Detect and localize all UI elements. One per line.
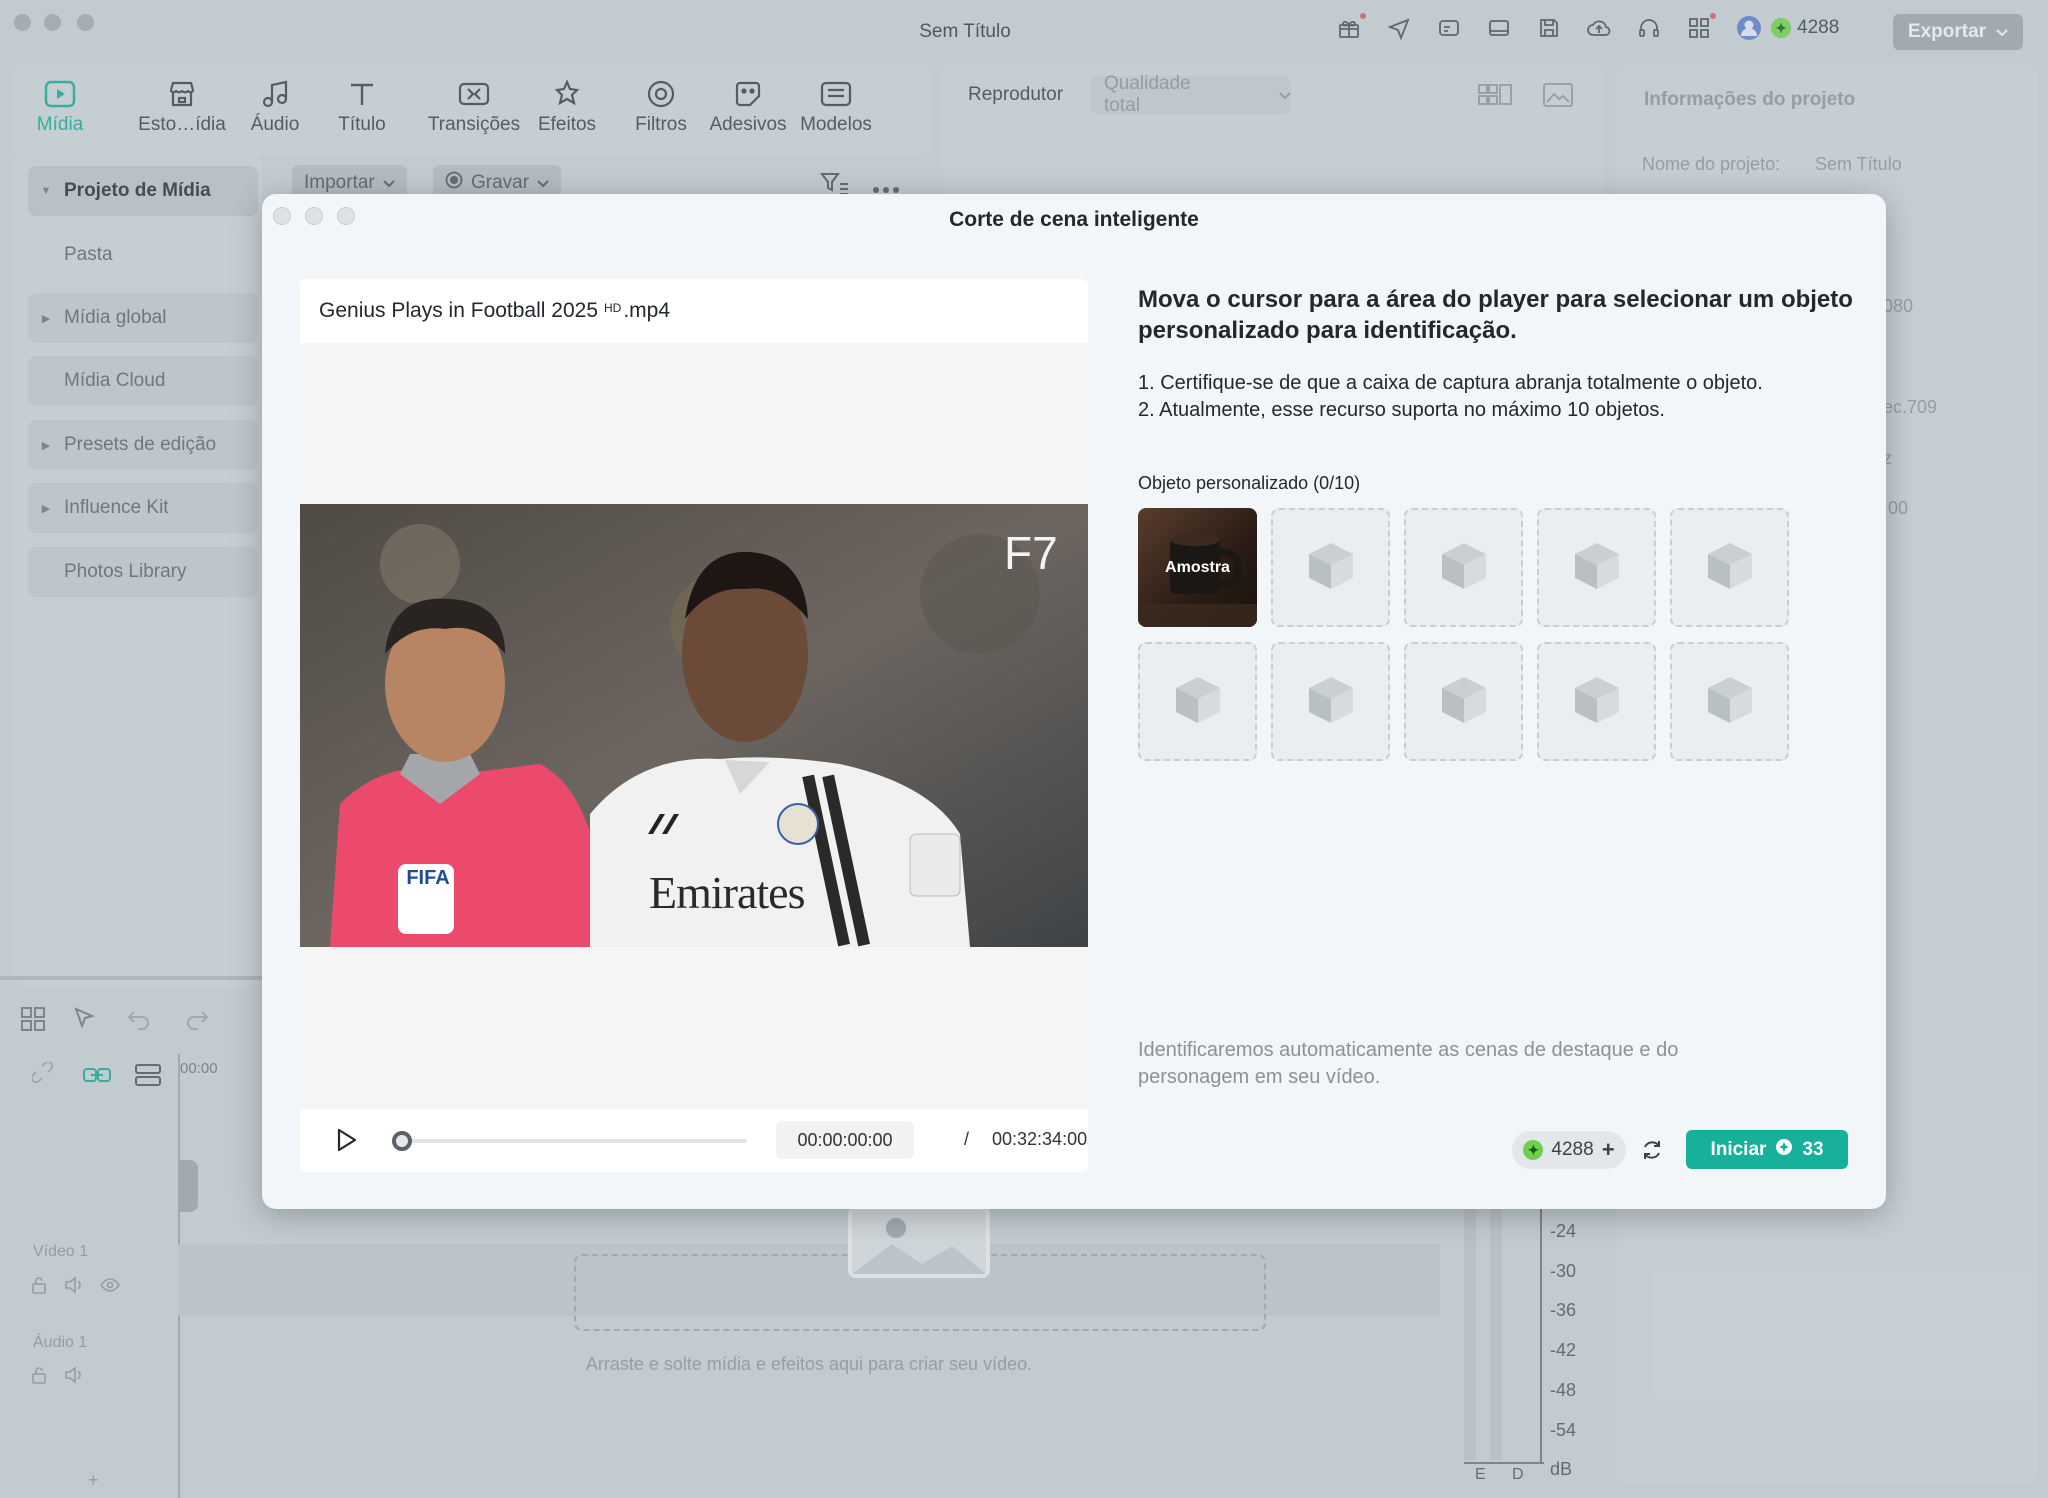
tip-1: 1. Certifique-se de que a caixa de captu…: [1138, 372, 1763, 394]
cube-icon: [1569, 671, 1625, 732]
hd-badge: HD: [604, 301, 622, 315]
playback-controls: 00:00:00:00 / 00:32:34:00: [300, 1109, 1088, 1172]
cube-icon: [1436, 537, 1492, 598]
instruction-title: Mova o cursor para a área do player para…: [1138, 286, 1853, 344]
dialog-credits[interactable]: ✦ 4288 +: [1512, 1131, 1626, 1169]
app-window: Sem Título ✦ 4288 Exportar Mídia Esto…íd…: [0, 0, 2048, 1498]
cube-icon: [1170, 671, 1226, 732]
tip-2: 2. Atualmente, esse recurso suporta no m…: [1138, 399, 1665, 421]
video-preview: Genius Plays in Football 2025 HD .mp4 FI…: [300, 279, 1088, 1172]
custom-objects-label: Objeto personalizado (0/10): [1138, 473, 1361, 493]
time-separator: /: [964, 1129, 970, 1149]
play-icon[interactable]: [335, 1127, 359, 1158]
playback-progress-track[interactable]: [392, 1139, 747, 1143]
cube-icon: [1569, 537, 1625, 598]
empty-object-slot[interactable]: [1537, 508, 1656, 627]
cube-icon: [1303, 537, 1359, 598]
current-time[interactable]: 00:00:00:00: [776, 1121, 914, 1159]
plus-icon: +: [1601, 1137, 1615, 1162]
cube-icon: [1303, 671, 1359, 732]
empty-object-slot[interactable]: [1537, 642, 1656, 761]
start-button[interactable]: Iniciar 33: [1686, 1130, 1848, 1169]
fifa-badge-logo: FIFA: [406, 867, 450, 889]
instruction-tips: 1. Certifique-se de que a caixa de captu…: [1138, 370, 1858, 424]
sample-label: Amostra: [1165, 558, 1230, 576]
video-watermark: F7: [1004, 527, 1058, 579]
total-time: 00:32:34:00: [992, 1129, 1088, 1149]
dialog-credits-value: 4288: [1551, 1139, 1594, 1160]
credit-gem-icon: ✦: [1523, 1140, 1544, 1160]
shirt-sponsor-logo: Emirates: [649, 867, 805, 918]
credit-coin-icon: [1775, 1138, 1793, 1162]
start-label: Iniciar: [1710, 1138, 1767, 1160]
empty-object-slot[interactable]: [1404, 642, 1523, 761]
refresh-icon[interactable]: [1640, 1138, 1664, 1167]
file-name: Genius Plays in Football 2025 HD .mp4: [300, 279, 1088, 343]
video-frame[interactable]: FIFA Emirates F7: [300, 504, 1088, 947]
cube-icon: [1436, 671, 1492, 732]
empty-object-slot[interactable]: [1670, 642, 1789, 761]
empty-object-slot[interactable]: [1138, 642, 1257, 761]
empty-object-slot[interactable]: [1271, 642, 1390, 761]
cube-icon: [1702, 537, 1758, 598]
empty-object-slot[interactable]: [1670, 508, 1789, 627]
sample-object[interactable]: Amostra: [1138, 508, 1257, 627]
auto-detect-note: Identificaremos automaticamente as cenas…: [1138, 1039, 1679, 1088]
empty-object-slot[interactable]: [1271, 508, 1390, 627]
cube-icon: [1702, 671, 1758, 732]
smart-scene-cut-dialog: Corte de cena inteligente Genius Plays i…: [262, 194, 1886, 1209]
dialog-title: Corte de cena inteligente: [949, 208, 1199, 231]
start-cost: 33: [1802, 1138, 1824, 1160]
instructions: Mova o cursor para a área do player para…: [1138, 284, 1858, 424]
playback-progress-handle[interactable]: [392, 1131, 412, 1151]
empty-object-slot[interactable]: [1404, 508, 1523, 627]
